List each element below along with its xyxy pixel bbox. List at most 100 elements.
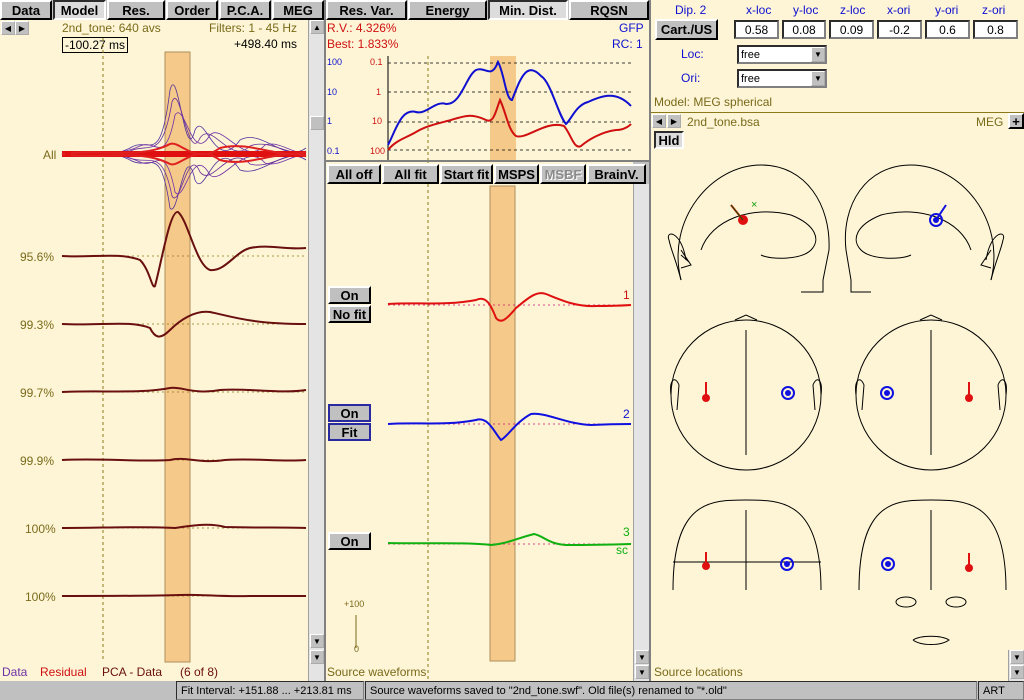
scroll-down-button-2[interactable]: ▼ [310, 650, 324, 664]
tab-meg[interactable]: MEG [272, 0, 324, 20]
col-x-ori: x-ori [887, 3, 911, 17]
source-waveforms-label: Source waveforms [327, 665, 427, 679]
status-message: Source waveforms saved to "2nd_tone.swf"… [365, 681, 977, 700]
legend-pca[interactable]: PCA - Data [102, 665, 162, 679]
msps-button[interactable]: MSPS [494, 164, 539, 184]
z-ori-input[interactable]: 0.8 [973, 20, 1018, 39]
svg-text:×: × [751, 199, 757, 211]
head-front-left [672, 499, 822, 591]
source-2-on-button[interactable]: On [328, 404, 371, 422]
col-z-loc: z-loc [840, 3, 866, 17]
gfp-plot [387, 56, 632, 160]
source-scrollbar[interactable]: ▼ ▼ [633, 184, 649, 681]
all-fit-button[interactable]: All fit [382, 164, 439, 184]
tab-pca[interactable]: P.C.A. [219, 0, 271, 20]
tab-energy[interactable]: Energy [408, 0, 487, 20]
pca-label-6: 100% [25, 590, 56, 604]
x-loc-input[interactable]: 0.58 [734, 20, 779, 39]
scale-bottom: 0 [354, 644, 360, 654]
cart-us-button[interactable]: Cart./US [655, 19, 718, 40]
tab-res-var[interactable]: Res. Var. [326, 0, 407, 20]
plus-button[interactable]: + [1008, 113, 1024, 129]
loc-select[interactable]: free ▼ [737, 45, 827, 64]
bsa-filename: 2nd_tone.bsa [687, 115, 760, 129]
source-3-on-button[interactable]: On [328, 532, 371, 550]
col-y-loc: y-loc [793, 3, 819, 17]
scroll-left-button-2[interactable]: ◀ [652, 114, 666, 128]
pca-label-4: 99.9% [20, 454, 55, 468]
source-1-on-button[interactable]: On [328, 286, 371, 304]
scale-top: +100 [344, 599, 365, 609]
head-front-right [858, 499, 1007, 645]
y-ori-input[interactable]: 0.6 [925, 20, 970, 39]
source-number-1: 1 [623, 288, 630, 302]
legend-residual[interactable]: Residual [40, 665, 87, 679]
all-channels-label: All [43, 148, 57, 162]
gfp-panel: R.V.: 4.326% Best: 1.833% GFP RC: 1 100 … [326, 20, 649, 160]
source-waveform-panel: 1 2 3 sc +100 0 Source waveforms [326, 160, 633, 681]
dipole-label: Dip. 2 [675, 3, 707, 17]
brainv-button[interactable]: BrainV. [587, 164, 646, 184]
data-waveforms [61, 38, 307, 663]
y-loc-input[interactable]: 0.08 [782, 20, 826, 39]
start-fit-button[interactable]: Start fit [440, 164, 493, 184]
locations-scroll-down-1[interactable]: ▼ [1010, 650, 1024, 664]
source-locations-label: Source locations [654, 665, 743, 679]
loc-label: Loc: [681, 47, 704, 61]
ori-select-value: free [741, 72, 760, 85]
col-x-loc: x-loc [746, 3, 772, 17]
z-loc-input[interactable]: 0.09 [829, 20, 874, 39]
meg-label: MEG [976, 115, 1004, 129]
head-top-left [670, 314, 822, 471]
head-views: × [667, 164, 1007, 645]
source-sc-label: sc [616, 543, 628, 557]
dipole-panel: Dip. 2 x-loc y-loc z-loc x-ori y-ori z-o… [651, 0, 1024, 681]
tab-rqsn[interactable]: RQSN [569, 0, 649, 20]
fit-interval-highlight [164, 51, 191, 663]
source-locations-scrollbar[interactable]: ▼ ▼ [1008, 650, 1024, 681]
head-sagittal-right [844, 164, 1005, 293]
pca-label-5: 100% [25, 522, 56, 536]
chevron-down-icon[interactable]: ▼ [811, 47, 825, 62]
tab-min-dist[interactable]: Min. Dist. [488, 0, 568, 20]
all-off-button[interactable]: All off [327, 164, 381, 184]
legend-data[interactable]: Data [2, 665, 27, 679]
ori-select[interactable]: free ▼ [737, 69, 827, 88]
pca-label-3: 99.7% [20, 386, 55, 400]
tab-model[interactable]: Model [53, 0, 106, 20]
col-z-ori: z-ori [982, 3, 1006, 17]
data-panel: ◀ ▶ 2nd_tone: 640 avs Filters: 1 - 45 Hz… [0, 20, 308, 681]
source-scroll-down-1[interactable]: ▼ [635, 650, 649, 664]
source-waveforms [355, 160, 632, 681]
status-fit-interval: Fit Interval: +151.88 ... +213.81 ms [176, 681, 364, 700]
x-ori-input[interactable]: -0.2 [877, 20, 922, 39]
pca-label-1: 95.6% [20, 250, 55, 264]
data-scrollbar[interactable]: ▲ ▼ ▼ [308, 20, 324, 681]
col-y-ori: y-ori [935, 3, 959, 17]
ori-label: Ori: [681, 71, 701, 85]
tab-data[interactable]: Data [0, 0, 52, 20]
chevron-down-icon[interactable]: ▼ [811, 71, 825, 86]
pca-label-2: 99.3% [20, 318, 55, 332]
scroll-down-button[interactable]: ▼ [310, 634, 324, 648]
head-top-right [855, 314, 1007, 471]
loc-select-value: free [741, 48, 760, 61]
hold-button[interactable]: Hld [654, 131, 684, 149]
source-number-2: 2 [623, 407, 630, 421]
source-number-3: 3 [623, 525, 630, 539]
source-1-fit-button[interactable]: No fit [328, 305, 371, 323]
scroll-thumb[interactable] [310, 116, 324, 130]
model-text: Model: MEG spherical [654, 95, 773, 109]
locations-scroll-down-2[interactable]: ▼ [1010, 665, 1024, 679]
tab-res[interactable]: Res. [107, 0, 165, 20]
msbf-button: MSBF [540, 164, 586, 184]
tab-order[interactable]: Order [166, 0, 218, 20]
status-mode: ART [978, 681, 1024, 700]
scroll-right-button-2[interactable]: ▶ [667, 114, 681, 128]
scroll-up-button[interactable]: ▲ [310, 20, 324, 34]
head-sagittal-left [667, 164, 830, 293]
fit-interval-highlight-2 [489, 185, 516, 662]
source-2-fit-button[interactable]: Fit [328, 423, 371, 441]
legend-count: (6 of 8) [180, 665, 219, 679]
source-scroll-down-2[interactable]: ▼ [635, 665, 649, 679]
